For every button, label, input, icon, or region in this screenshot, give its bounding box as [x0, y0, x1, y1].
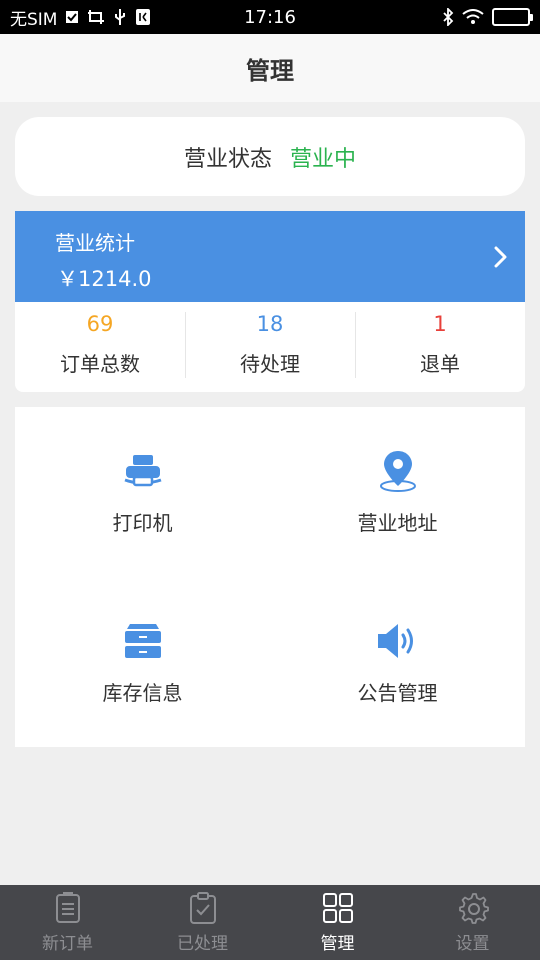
usb-icon [113, 8, 127, 26]
new-order-icon [55, 892, 80, 923]
grid-item-printer[interactable]: 打印机 [15, 407, 270, 577]
tab-label: 已处理 [177, 934, 228, 954]
page-title: 管理 [246, 56, 294, 85]
checkbox-notification-icon [65, 10, 79, 24]
chevron-right-icon [494, 246, 507, 268]
business-stats-panel[interactable]: 营业统计 ￥1214.0 [15, 211, 525, 302]
speaker-icon [376, 619, 420, 663]
tab-label: 设置 [455, 934, 490, 954]
tab-label: 新订单 [42, 934, 93, 954]
status-bar: 无SIM 17:16 [0, 0, 540, 34]
grid-item-announcement[interactable]: 公告管理 [270, 577, 525, 747]
count-total-orders[interactable]: 69 订单总数 [15, 302, 185, 392]
count-refunds[interactable]: 1 退单 [355, 302, 525, 392]
bottom-tab-bar: 新订单 已处理 管理 设置 [0, 885, 540, 960]
gear-icon [458, 893, 489, 924]
grid-item-inventory[interactable]: 库存信息 [15, 577, 270, 747]
stats-title: 营业统计 [55, 231, 135, 255]
carrier-label: 无SIM [10, 9, 58, 30]
clipboard-check-icon [189, 892, 216, 924]
grid-item-label: 公告管理 [357, 680, 438, 705]
vpn-key-icon [135, 8, 151, 26]
grid-item-address[interactable]: 营业地址 [270, 407, 525, 577]
tab-manage[interactable]: 管理 [270, 885, 405, 960]
battery-icon [492, 8, 533, 26]
count-value: 18 [256, 311, 284, 336]
count-label: 订单总数 [60, 351, 140, 376]
wifi-icon [462, 9, 484, 25]
tab-new-orders[interactable]: 新订单 [0, 885, 135, 960]
count-value: 1 [433, 311, 447, 336]
bluetooth-icon [442, 8, 454, 26]
count-label: 待处理 [240, 351, 300, 376]
location-pin-icon [376, 449, 420, 493]
management-grid: 打印机 营业地址 库存信息 公告管理 [15, 407, 525, 747]
inventory-drawer-icon [121, 619, 165, 663]
tab-processed[interactable]: 已处理 [135, 885, 270, 960]
grid-item-label: 营业地址 [357, 510, 438, 535]
grid-item-label: 库存信息 [102, 680, 183, 705]
tab-settings[interactable]: 设置 [405, 885, 540, 960]
grid-item-label: 打印机 [112, 510, 173, 535]
business-status-value: 营业中 [290, 146, 357, 172]
count-label: 退单 [420, 351, 460, 376]
header: 管理 [0, 34, 540, 102]
count-value: 69 [86, 311, 114, 336]
grid-icon [322, 893, 353, 923]
status-time: 17:16 [244, 6, 296, 28]
printer-icon [121, 449, 165, 493]
business-status-label: 营业状态 [183, 146, 272, 172]
tab-label: 管理 [320, 934, 355, 954]
stats-amount: ￥1214.0 [57, 267, 152, 291]
count-pending[interactable]: 18 待处理 [185, 302, 355, 392]
order-counts-row: 69 订单总数 18 待处理 1 退单 [15, 302, 525, 392]
business-status-card[interactable]: 营业状态 营业中 [15, 117, 525, 196]
screenshot-icon [87, 9, 105, 25]
